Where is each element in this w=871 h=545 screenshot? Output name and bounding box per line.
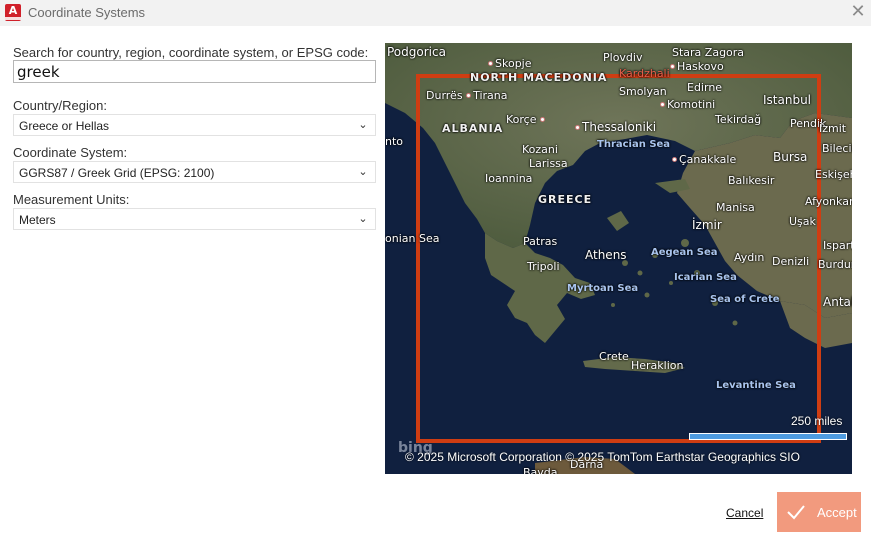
- map-label: Uşak: [789, 215, 816, 228]
- map-label: GREECE: [538, 193, 593, 206]
- coordinate-system-label: Coordinate System:: [13, 145, 128, 160]
- map-label: NORTH MACEDONIA: [470, 71, 608, 84]
- measurement-units-label: Measurement Units:: [13, 192, 130, 207]
- map-label: Bilecik: [822, 142, 852, 155]
- map-label: Myrtoan Sea: [567, 283, 639, 294]
- map-label: Komotini: [660, 98, 715, 111]
- title-bar: A Coordinate Systems ✕: [0, 0, 871, 26]
- map-label: Skopje: [488, 57, 532, 70]
- map-attribution: © 2025 Microsoft Corporation © 2025 TomT…: [405, 450, 800, 464]
- map-label: Tripoli: [527, 260, 560, 273]
- map-label: Manisa: [716, 201, 755, 214]
- close-button[interactable]: ✕: [847, 2, 869, 24]
- measurement-units-select[interactable]: Meters ⌄: [13, 208, 376, 230]
- coordinate-system-select-value: GGRS87 / Greek Grid (EPSG: 2100): [19, 166, 215, 180]
- map-label: Patras: [523, 235, 558, 248]
- coordinate-system-select[interactable]: GGRS87 / Greek Grid (EPSG: 2100) ⌄: [13, 161, 376, 183]
- map-label: Sea of Crete: [710, 294, 780, 305]
- map-label: Kardzhali: [619, 67, 670, 80]
- map-label: Edirne: [687, 81, 723, 94]
- chevron-down-icon: ⌄: [358, 212, 368, 225]
- map-label: Istanbul: [763, 93, 812, 107]
- map-label: Icarian Sea: [674, 272, 737, 283]
- map-label: Ioannina: [485, 172, 533, 185]
- map-label: Heraklion: [631, 359, 684, 372]
- search-label: Search for country, region, coordinate s…: [13, 45, 369, 60]
- map-label: onian Sea: [385, 232, 440, 245]
- map-label: Levantine Sea: [716, 380, 796, 391]
- map-label: Durrës Tirana: [426, 89, 508, 102]
- accept-button[interactable]: Accept: [777, 492, 861, 532]
- map-label: Eskişeh: [815, 168, 852, 181]
- autocad-app-icon: A: [5, 4, 21, 21]
- map-label: ALBANIA: [442, 122, 504, 135]
- map-label: Antal: [823, 295, 852, 309]
- map-label: Aegean Sea: [651, 247, 718, 258]
- country-label: Country/Region:: [13, 98, 107, 113]
- scale-label: 250 miles: [791, 414, 843, 428]
- map-label: Stara Zagora: [672, 46, 745, 59]
- close-icon: ✕: [850, 1, 866, 22]
- map-label: Crete: [599, 350, 629, 363]
- accept-button-label: Accept: [817, 505, 857, 520]
- map-label: Çanakkale: [672, 153, 736, 166]
- chevron-down-icon: ⌄: [358, 165, 368, 178]
- map-label: İzmit: [819, 122, 847, 135]
- chevron-down-icon: ⌄: [358, 118, 368, 131]
- map-label: Afyonkara: [805, 195, 852, 208]
- window-title: Coordinate Systems: [28, 5, 146, 20]
- country-select[interactable]: Greece or Hellas ⌄: [13, 114, 376, 136]
- map-label: Bursa: [773, 150, 808, 164]
- map-label: Plovdiv: [603, 51, 643, 64]
- map-label: Ispart: [823, 239, 852, 252]
- map-label: nto: [385, 135, 404, 148]
- map-label: Aydın: [734, 251, 765, 264]
- map-label: Smolyan: [619, 85, 667, 98]
- map-label: Burdur: [818, 258, 852, 271]
- map-label: Podgorica: [387, 45, 446, 59]
- map-label: Thessaloniki: [575, 120, 656, 134]
- search-input[interactable]: [13, 60, 376, 83]
- map-label: Haskovo: [670, 60, 724, 73]
- checkmark-icon: [787, 505, 805, 520]
- measurement-units-select-value: Meters: [19, 213, 56, 227]
- map-label: Bayda: [523, 466, 558, 474]
- map-label: Larissa: [529, 157, 568, 170]
- country-select-value: Greece or Hellas: [19, 119, 110, 133]
- map-label: Balıkesir: [728, 174, 775, 187]
- map-label: İzmir: [692, 218, 722, 232]
- map-label: Athens: [585, 248, 627, 262]
- map-label: Thracian Sea: [597, 139, 671, 150]
- map-view[interactable]: Podgorica Skopje Plovdiv Stara Zagora NO…: [385, 43, 852, 474]
- cancel-button[interactable]: Cancel: [726, 506, 763, 520]
- map-label: Denizli: [772, 255, 810, 268]
- scale-bar: [689, 433, 847, 440]
- map-label: Tekirdağ: [715, 113, 762, 126]
- map-label: Korçe: [506, 113, 547, 126]
- map-label: Kozani: [522, 143, 558, 156]
